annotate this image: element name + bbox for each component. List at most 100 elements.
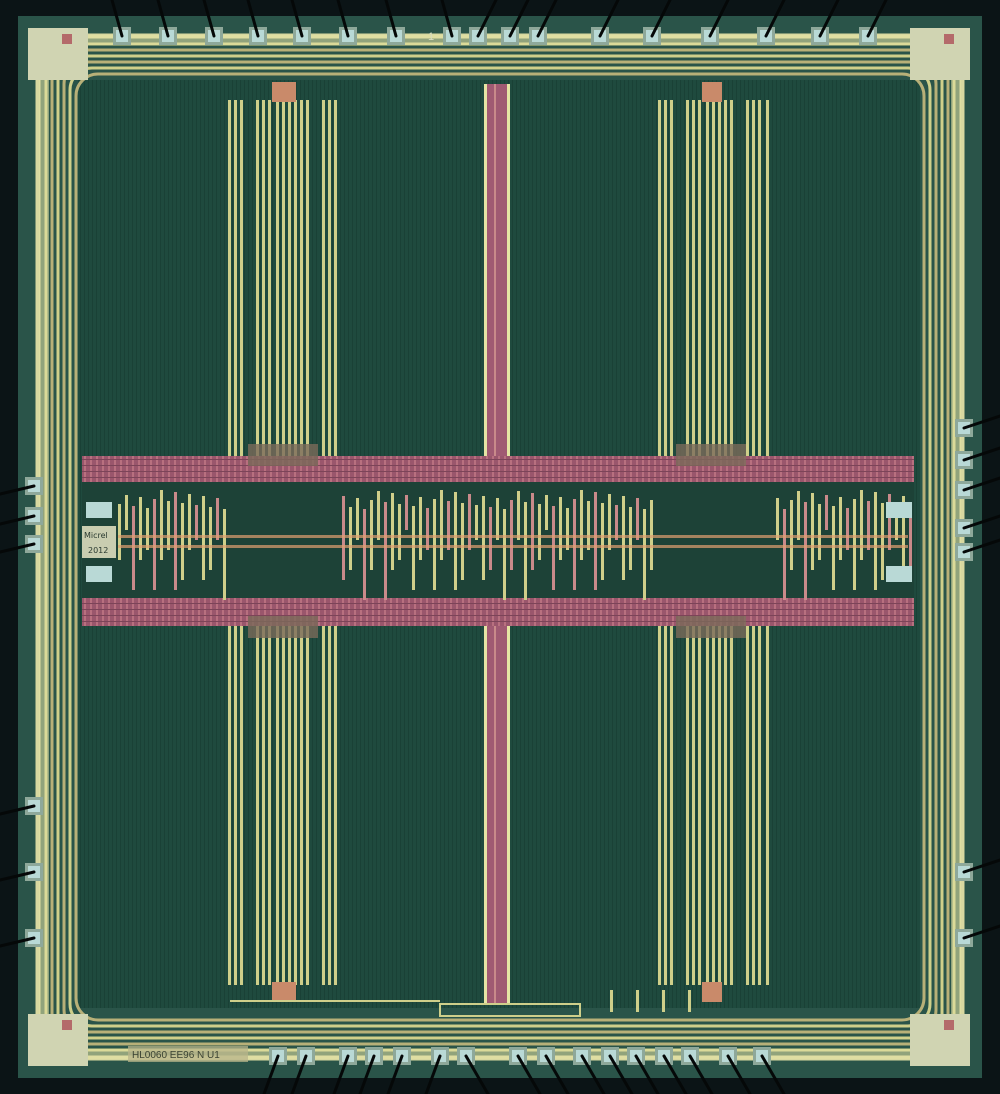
die-label-plate: HL0060 EE96 N U1 [128, 1046, 248, 1062]
corner-pad-via [62, 34, 72, 44]
bus-head [702, 82, 722, 102]
bottom-stub [688, 990, 691, 1012]
bus-crossing [248, 616, 318, 638]
corner-pad-via [944, 34, 954, 44]
gate-column [419, 497, 422, 560]
bus-head [272, 82, 296, 102]
bottom-stub [662, 990, 665, 1012]
gate-column [846, 508, 849, 550]
gate-column [153, 499, 156, 590]
logic-band [82, 444, 914, 638]
test-pad [86, 502, 112, 518]
corner-label: 1 [428, 31, 434, 43]
gate-column [160, 490, 163, 560]
gate-column [349, 507, 352, 570]
bus-crossing [248, 444, 318, 466]
gate-column [125, 495, 128, 530]
gate-column [811, 493, 814, 570]
gate-column [587, 501, 590, 550]
logo-year: 2012 [88, 546, 108, 555]
gate-column [209, 507, 212, 570]
gate-column [524, 502, 527, 600]
bottom-stub [636, 990, 639, 1012]
gate-column [839, 497, 842, 560]
gate-column [580, 490, 583, 560]
corner-pad-via [944, 1020, 954, 1030]
gate-column [804, 502, 807, 600]
gate-column [489, 507, 492, 570]
gate-column [874, 492, 877, 590]
gate-column [174, 492, 177, 590]
gate-column [573, 499, 576, 590]
corner-pad [28, 28, 88, 80]
gate-column [860, 490, 863, 560]
corner-pad [910, 1014, 970, 1066]
bus-crossing [676, 616, 746, 638]
gate-column [475, 505, 478, 540]
gate-column [461, 503, 464, 580]
gate-column [384, 502, 387, 600]
gate-column [629, 507, 632, 570]
gate-column [363, 509, 366, 600]
gate-column [356, 498, 359, 540]
gate-column [608, 494, 611, 550]
gate-column [468, 494, 471, 550]
gate-column [496, 498, 499, 540]
gate-column [426, 508, 429, 550]
gate-column [181, 503, 184, 580]
logo-block: Micrel 2012 [82, 526, 116, 558]
gate-column [881, 503, 884, 580]
logic-row-bottom [82, 598, 914, 626]
gate-column [398, 504, 401, 560]
gate-column [447, 501, 450, 550]
corner-pad [910, 28, 970, 80]
gate-column [405, 495, 408, 530]
gate-column [118, 504, 121, 560]
logic-accent [118, 535, 908, 538]
gate-column [783, 509, 786, 600]
gate-column [377, 491, 380, 540]
die-photo: 1 HL0060 EE96 N U1 Micrel 2012 [0, 0, 1000, 1094]
test-pad [886, 566, 912, 582]
test-pad [86, 566, 112, 582]
gate-column [503, 509, 506, 600]
bottom-stub [610, 990, 613, 1012]
gate-column [188, 494, 191, 550]
gate-column [517, 491, 520, 540]
die-svg: 1 HL0060 EE96 N U1 Micrel 2012 [0, 0, 1000, 1094]
gate-column [643, 509, 646, 600]
logo-brand: Micrel [84, 531, 108, 540]
corner-pad-via [62, 1020, 72, 1030]
gate-column [139, 497, 142, 560]
gate-column [391, 493, 394, 570]
gate-column [636, 498, 639, 540]
gate-column [454, 492, 457, 590]
gate-column [531, 493, 534, 570]
gate-column [167, 501, 170, 550]
logic-accent [118, 545, 908, 548]
gate-column [538, 504, 541, 560]
gate-column [825, 495, 828, 530]
test-pad [886, 502, 912, 518]
gate-column [545, 495, 548, 530]
gate-column [867, 501, 870, 550]
gate-column [615, 505, 618, 540]
gate-column [566, 508, 569, 550]
gate-column [797, 491, 800, 540]
gate-column [216, 498, 219, 540]
gate-column [433, 499, 436, 590]
bus-foot [272, 982, 296, 1002]
bottom-trace [230, 1000, 440, 1002]
gate-column [776, 498, 779, 540]
gate-column [601, 503, 604, 580]
gate-column [559, 497, 562, 560]
gate-column [146, 508, 149, 550]
gate-column [594, 492, 597, 590]
die-label: HL0060 EE96 N U1 [132, 1050, 220, 1061]
corner-pad [28, 1014, 88, 1066]
gate-column [440, 490, 443, 560]
bus-crossing [676, 444, 746, 466]
gate-column [195, 505, 198, 540]
logic-row-top [82, 456, 914, 482]
bus-foot [702, 982, 722, 1002]
